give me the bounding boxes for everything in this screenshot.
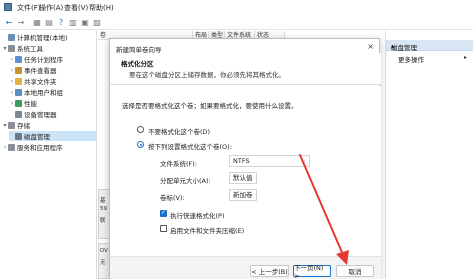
radio-format[interactable] [137, 141, 144, 148]
tree-item-computer-management[interactable]: 计算机管理(本地) [2, 32, 96, 42]
menu-help[interactable]: 帮助(H) [89, 3, 114, 13]
tree-label: 服务和应用程序 [17, 144, 63, 152]
menu-view[interactable]: 查看(V) [64, 3, 88, 13]
dialog-footer: < 上一步(B) 下一页(N) > 取消 [110, 256, 381, 279]
dialog-header: 格式化分区 要在这个磁盘分区上储存数据，你必须先将其格式化。 [110, 53, 381, 85]
tree-label: 系统工具 [17, 45, 43, 53]
tree-label: 性能 [24, 100, 37, 108]
device-manager-icon [15, 110, 22, 118]
navigation-tree: 计算机管理(本地) ▾ 系统工具 › 任务计划程序 › 事件查看器 › 共享文件… [0, 31, 97, 279]
computer-management-icon [4, 3, 12, 11]
tree-item-disk-management[interactable]: 磁盘管理 [9, 131, 96, 141]
step-description: 要在这个磁盘分区上储存数据，你必须先将其格式化。 [129, 71, 285, 79]
properties-icon[interactable]: ▤ [44, 17, 54, 27]
instruction-text: 选择是否要格式化这个卷；如果要格式化，要使用什么设置。 [122, 102, 298, 110]
filesystem-label: 文件系统(F): [160, 160, 198, 168]
tree-item-services-apps[interactable]: › 服务和应用程序 [2, 142, 96, 152]
tools-icon [8, 44, 15, 52]
tree-item-task-scheduler[interactable]: › 任务计划程序 [9, 54, 96, 64]
computer-icon [8, 33, 15, 41]
list-view-icon[interactable]: ▥ [68, 17, 78, 27]
volume-label-input[interactable]: 新加卷 [229, 189, 257, 201]
dialog-body: 选择是否要格式化这个卷；如果要格式化，要使用什么设置。 不要格式化这个卷(D) … [110, 86, 381, 256]
volume-label-label: 卷标(V): [160, 194, 185, 202]
users-icon [15, 88, 22, 96]
filesystem-value: NTFS [233, 157, 250, 165]
performance-icon [15, 99, 22, 107]
next-button[interactable]: 下一页(N) > [293, 264, 331, 279]
tree-label: 事件查看器 [24, 67, 57, 75]
disk-icon [15, 132, 22, 140]
tree-item-local-users[interactable]: › 本地用户和组 [9, 87, 96, 97]
disk-status: 联 [100, 218, 106, 224]
actions-header[interactable]: 磁盘管理 ▴ [386, 40, 473, 52]
tree-item-storage[interactable]: ▾ 存储 [2, 120, 96, 130]
allocation-unit-value: 默认值 [233, 174, 253, 182]
quick-format-checkbox[interactable] [160, 209, 167, 217]
event-viewer-icon [15, 66, 22, 74]
radio-no-format[interactable] [137, 126, 144, 133]
compression-label[interactable]: 启用文件和文件夹压缩(E) [170, 225, 244, 235]
forward-arrow-icon[interactable]: → [16, 17, 26, 27]
dvd-label: DV [100, 248, 108, 254]
close-icon[interactable]: × [367, 42, 374, 51]
tree-label: 磁盘管理 [24, 133, 50, 141]
chevron-right-icon[interactable]: ▸ [464, 54, 467, 61]
more-actions-link[interactable]: 更多操作 [398, 54, 424, 64]
console-tree-icon[interactable]: ▦ [32, 17, 42, 27]
help-icon[interactable]: ? [56, 17, 66, 27]
radio-format-label[interactable]: 按下列设置格式化这个卷(O): [148, 141, 232, 151]
quick-format-label[interactable]: 执行快速格式化(P) [170, 210, 225, 220]
cancel-button[interactable]: 取消 [336, 265, 374, 277]
dvd-status: 无 [100, 260, 106, 266]
compression-checkbox[interactable] [160, 225, 167, 232]
allocation-unit-dropdown[interactable]: 默认值 [229, 172, 257, 184]
toolbar: ← → ▦ ▤ ? ▥ ▣ ▧ [0, 14, 473, 30]
actions-panel: 磁盘管理 ▴ 更多操作 ▸ [385, 31, 473, 279]
disk-size: 59 [100, 206, 107, 212]
tree-label: 本地用户和组 [24, 89, 63, 97]
back-button[interactable]: < 上一步(B) [250, 265, 289, 277]
tree-label: 共享文件夹 [24, 78, 57, 86]
new-simple-volume-wizard: 新建简单卷向导 × 格式化分区 要在这个磁盘分区上储存数据，你必须先将其格式化。… [109, 38, 381, 279]
storage-icon [8, 121, 15, 129]
tree-label: 存储 [17, 122, 30, 130]
tree-item-device-manager[interactable]: 设备管理器 [9, 109, 96, 119]
tree-item-shared-folders[interactable]: › 共享文件夹 [9, 76, 96, 86]
services-icon [8, 143, 15, 151]
tree-label: 任务计划程序 [24, 56, 63, 64]
refresh-icon[interactable]: ▧ [92, 17, 102, 27]
settings-icon[interactable]: ▣ [80, 17, 90, 27]
menu-file[interactable]: 文件(F) [17, 3, 41, 13]
radio-no-format-label[interactable]: 不要格式化这个卷(D) [148, 126, 210, 136]
shared-folder-icon [15, 77, 22, 85]
chevron-down-icon: ⌄ [300, 157, 306, 164]
volume-label-value: 新加卷 [233, 191, 253, 199]
filesystem-dropdown[interactable]: NTFS ⌄ [229, 155, 310, 167]
back-arrow-icon[interactable]: ← [4, 17, 14, 27]
caret-up-icon[interactable]: ▴ [391, 42, 468, 50]
step-title: 格式化分区 [121, 60, 154, 68]
tree-label: 计算机管理(本地) [17, 34, 68, 42]
disk-label: 基 [100, 198, 106, 204]
tree-item-performance[interactable]: › 性能 [9, 98, 96, 108]
tree-item-system-tools[interactable]: ▾ 系统工具 [2, 43, 96, 53]
tree-item-event-viewer[interactable]: › 事件查看器 [9, 65, 96, 75]
task-scheduler-icon [15, 55, 22, 63]
menu-action[interactable]: 操作(A) [39, 3, 63, 13]
tree-label: 设备管理器 [24, 111, 57, 119]
allocation-unit-label: 分配单元大小(A): [160, 177, 211, 185]
